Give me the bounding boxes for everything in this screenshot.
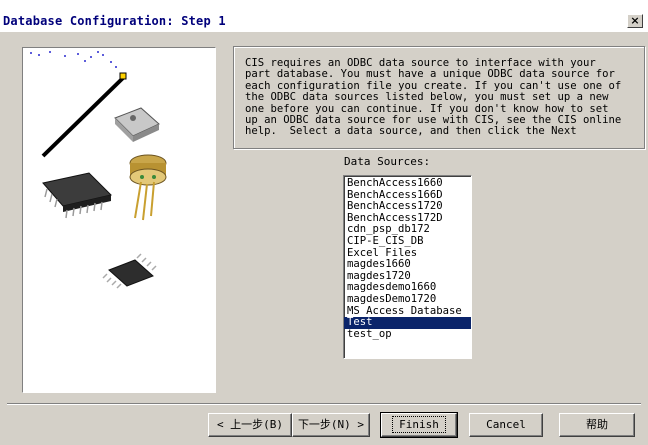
list-item-selected[interactable]: Test [344,317,471,329]
close-icon: × [630,14,640,27]
data-sources-label: Data Sources: [344,155,431,168]
instructions-text: CIS requires an ODBC data source to inte… [233,46,645,149]
list-item[interactable]: BenchAccess1660 [344,177,471,190]
list-item[interactable]: CIP-E_CIS_DB [344,235,471,248]
next-button[interactable]: 下一步(N) > [292,413,370,437]
close-button[interactable]: × [627,14,643,28]
finish-label: Finish [392,416,446,433]
title-bar[interactable]: Database Configuration: Step 1 [0,12,648,32]
title-strip [0,0,648,12]
list-item[interactable]: magdes1660 [344,259,471,271]
window-title: Database Configuration: Step 1 [3,14,226,28]
components-illustration [22,47,216,393]
list-item[interactable]: test_op [344,328,471,341]
back-button[interactable]: < 上一步(B) [208,413,292,437]
help-button[interactable]: 帮助 [559,413,635,437]
data-sources-listbox[interactable]: BenchAccess1660 BenchAccess166D BenchAcc… [343,175,472,359]
finish-button[interactable]: Finish [380,412,458,438]
list-item[interactable]: magdesDemo1720 [344,293,471,306]
database-configuration-dialog: Database Configuration: Step 1 × CIS req… [0,0,648,445]
cancel-button[interactable]: Cancel [469,413,543,437]
button-separator [7,403,641,405]
electronic-components-illustration [30,51,167,289]
